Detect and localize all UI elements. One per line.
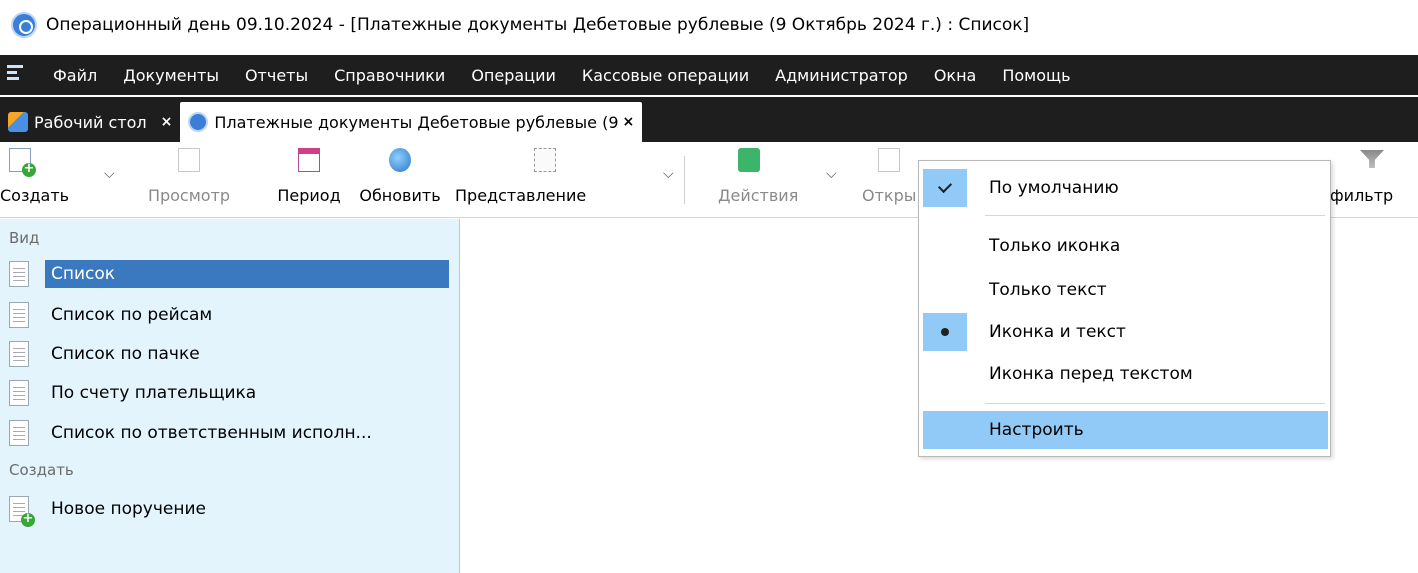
tab-payment-documents[interactable]: Платежные документы Дебетовые рублевые (…: [180, 102, 643, 142]
open-label: Откры: [862, 186, 917, 205]
open-document-icon: [878, 148, 900, 172]
chevron-down-icon[interactable]: ⌵: [663, 166, 674, 182]
tab-desktop-label: Рабочий стол: [34, 112, 147, 132]
menu-item-default[interactable]: По умолчанию: [923, 169, 1328, 207]
period-button[interactable]: Период: [270, 142, 348, 218]
menu-item-mark: [923, 169, 967, 207]
list-item-label: По счету плательщика: [51, 383, 257, 403]
document-icon: [9, 380, 29, 406]
menu-separator: [985, 215, 1325, 216]
app-logo-icon: [188, 112, 209, 132]
chevron-down-icon[interactable]: ⌵: [104, 166, 115, 182]
actions-button[interactable]: Действия: [712, 142, 816, 218]
desktop-icon: [8, 112, 28, 132]
menu-separator: [985, 403, 1325, 404]
menu-item-label: Иконка перед текстом: [989, 364, 1193, 384]
menu-item-label: Только текст: [989, 280, 1107, 300]
menu-administrator[interactable]: Администратор: [775, 66, 908, 85]
representation-label: Представление: [455, 186, 587, 205]
menu-file[interactable]: Файл: [53, 66, 97, 85]
representation-button[interactable]: Представление: [451, 142, 659, 218]
menu-item-icon-and-text[interactable]: Иконка и текст: [923, 313, 1328, 351]
menu-item-icon-before-text[interactable]: Иконка перед текстом: [923, 355, 1328, 393]
menu-operations[interactable]: Операции: [471, 66, 556, 85]
list-item[interactable]: Новое поручение: [9, 493, 449, 527]
close-icon[interactable]: ×: [161, 114, 173, 130]
list-item-label: Список по рейсам: [51, 305, 213, 325]
app-logo-icon: [11, 12, 37, 38]
list-item[interactable]: Список по пачке: [9, 338, 449, 370]
menu-item-mark: [923, 227, 967, 265]
document-icon: [9, 302, 29, 328]
tab-bar: Рабочий стол × Платежные документы Дебет…: [0, 97, 1418, 142]
menu-cash-operations[interactable]: Кассовые операции: [582, 66, 749, 85]
create-label: Создать: [0, 186, 70, 205]
window-title: Операционный день 09.10.2024 - [Платежны…: [46, 15, 1030, 35]
layout-icon: [534, 148, 556, 172]
chevron-down-icon[interactable]: ⌵: [826, 166, 837, 182]
filter-label: фильтр: [1330, 186, 1394, 205]
document-icon: [9, 261, 29, 287]
list-item-label: Список по ответственным исполн...: [51, 423, 372, 443]
menu-item-icon-only[interactable]: Только иконка: [923, 227, 1328, 265]
list-item[interactable]: Список по рейсам: [9, 299, 449, 331]
toolbar-separator: [684, 156, 685, 204]
menu-item-label: По умолчанию: [989, 178, 1119, 198]
menu-windows[interactable]: Окна: [934, 66, 977, 85]
view-button[interactable]: Просмотр: [142, 142, 236, 218]
filter-remove-icon: [1360, 150, 1384, 168]
menu-item-label: Иконка и текст: [989, 322, 1126, 342]
menu-item-customize[interactable]: Настроить: [923, 411, 1328, 449]
menu-item-label: Настроить: [989, 420, 1084, 440]
create-section-header: Создать: [9, 461, 74, 479]
radio-dot-icon: [941, 328, 949, 336]
title-bar: Операционный день 09.10.2024 - [Платежны…: [0, 0, 1418, 50]
filter-button[interactable]: фильтр: [1330, 142, 1414, 218]
left-panel: Вид Список Список по рейсам Список по па…: [0, 219, 460, 573]
app-menu-icon[interactable]: [7, 65, 23, 85]
menu-reports[interactable]: Отчеты: [245, 66, 308, 85]
menu-bar: Файл Документы Отчеты Справочники Операц…: [0, 55, 1418, 95]
menu-help[interactable]: Помощь: [1002, 66, 1070, 85]
list-item[interactable]: Список по ответственным исполн...: [9, 417, 449, 449]
document-icon: [9, 420, 29, 446]
view-document-icon: [178, 148, 200, 172]
list-item-label: Список по пачке: [51, 344, 200, 364]
actions-icon: [738, 148, 760, 172]
menu-item-mark: [923, 355, 967, 393]
refresh-label: Обновить: [359, 186, 441, 205]
document-icon: [9, 341, 29, 367]
refresh-icon: [389, 148, 411, 172]
new-document-icon: [9, 148, 36, 177]
list-item[interactable]: Список: [9, 258, 449, 290]
calendar-icon: [298, 148, 320, 172]
menu-item-text-only[interactable]: Только текст: [923, 271, 1328, 309]
toolbar-style-context-menu: По умолчанию Только иконка Только текст …: [918, 160, 1331, 457]
list-item[interactable]: По счету плательщика: [9, 377, 449, 409]
new-document-icon: [9, 496, 35, 527]
list-item-label: Новое поручение: [51, 499, 206, 519]
menu-item-mark: [923, 313, 967, 351]
menu-item-mark: [923, 411, 967, 449]
menu-documents[interactable]: Документы: [123, 66, 219, 85]
create-button[interactable]: Создать: [0, 142, 69, 218]
view-label: Просмотр: [147, 186, 231, 205]
tab-desktop[interactable]: Рабочий стол ×: [0, 102, 180, 142]
tab-payment-documents-label: Платежные документы Дебетовые рублевые (…: [214, 112, 619, 132]
actions-label: Действия: [718, 186, 799, 205]
open-button[interactable]: Откры: [858, 142, 920, 218]
menu-references[interactable]: Справочники: [334, 66, 445, 85]
check-icon: [937, 178, 953, 194]
list-item-label: Список: [45, 260, 449, 288]
period-label: Период: [277, 186, 341, 205]
refresh-button[interactable]: Обновить: [355, 142, 445, 218]
menu-item-label: Только иконка: [989, 236, 1121, 256]
view-section-header: Вид: [9, 229, 40, 247]
menu-item-mark: [923, 271, 967, 309]
close-icon[interactable]: ×: [623, 114, 635, 130]
